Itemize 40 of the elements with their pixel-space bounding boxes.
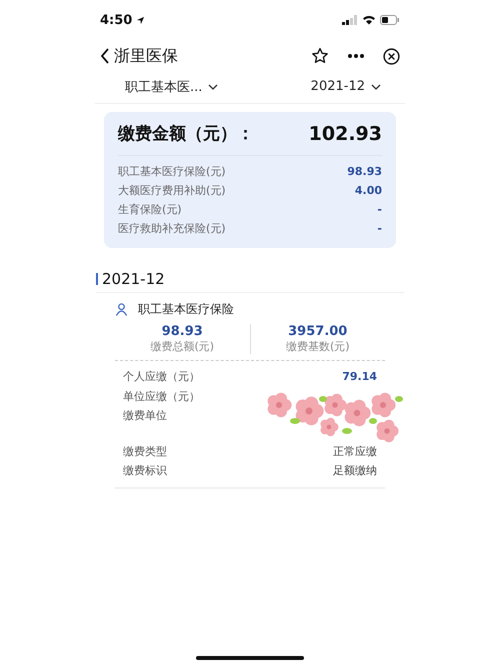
item-label: 生育保险(元) [118, 202, 182, 217]
total-amount: 102.93 [308, 122, 382, 144]
person-icon [115, 303, 128, 316]
signal-icon [342, 15, 358, 25]
back-button[interactable]: 浙里医保 [100, 46, 178, 66]
detail-value: 正常应缴 [333, 444, 377, 459]
filter-dropdown[interactable]: 职工基本医... [125, 78, 218, 103]
section-title: 2021-12 [102, 270, 165, 288]
item-label: 医疗救助补充保险(元) [118, 221, 226, 236]
wifi-icon [362, 15, 376, 25]
back-chevron-icon [100, 48, 110, 64]
insurance-name: 职工基本医疗保险 [138, 301, 234, 318]
item-label: 职工基本医疗保险(元) [118, 164, 226, 179]
battery-icon [380, 15, 400, 25]
caret-icon [208, 84, 218, 90]
stat-label: 缴费总额(元) [150, 339, 214, 354]
filter-dropdown[interactable]: 2021-12 [310, 78, 381, 103]
more-icon[interactable] [347, 53, 365, 59]
item-amount: 98.93 [347, 165, 382, 178]
item-amount: - [377, 222, 382, 235]
caret-icon [371, 84, 381, 90]
detail-label: 单位应缴（元） [123, 388, 200, 404]
total-label: 缴费金额（元）： [118, 123, 254, 145]
detail-label: 缴费标识 [123, 463, 167, 478]
detail-value: 79.14 [342, 370, 377, 384]
stat-value: 98.93 [162, 324, 203, 339]
stat-label: 缴费基数(元) [286, 339, 350, 354]
close-icon[interactable] [383, 48, 400, 64]
detail-label: 缴费类型 [123, 444, 167, 459]
detail-value: 足额缴纳 [333, 463, 377, 478]
item-label: 大额医疗费用补助(元) [118, 183, 226, 198]
location-arrow-icon [136, 16, 146, 24]
status-time: 4:50 [100, 12, 132, 28]
item-amount: - [377, 203, 382, 216]
star-icon[interactable] [311, 47, 329, 65]
stat-value: 3957.00 [288, 324, 348, 339]
detail-label: 个人应缴（元） [123, 369, 200, 384]
item-amount: 4.00 [354, 184, 382, 197]
detail-label: 缴费单位 [123, 408, 167, 424]
section-marker [96, 273, 98, 285]
